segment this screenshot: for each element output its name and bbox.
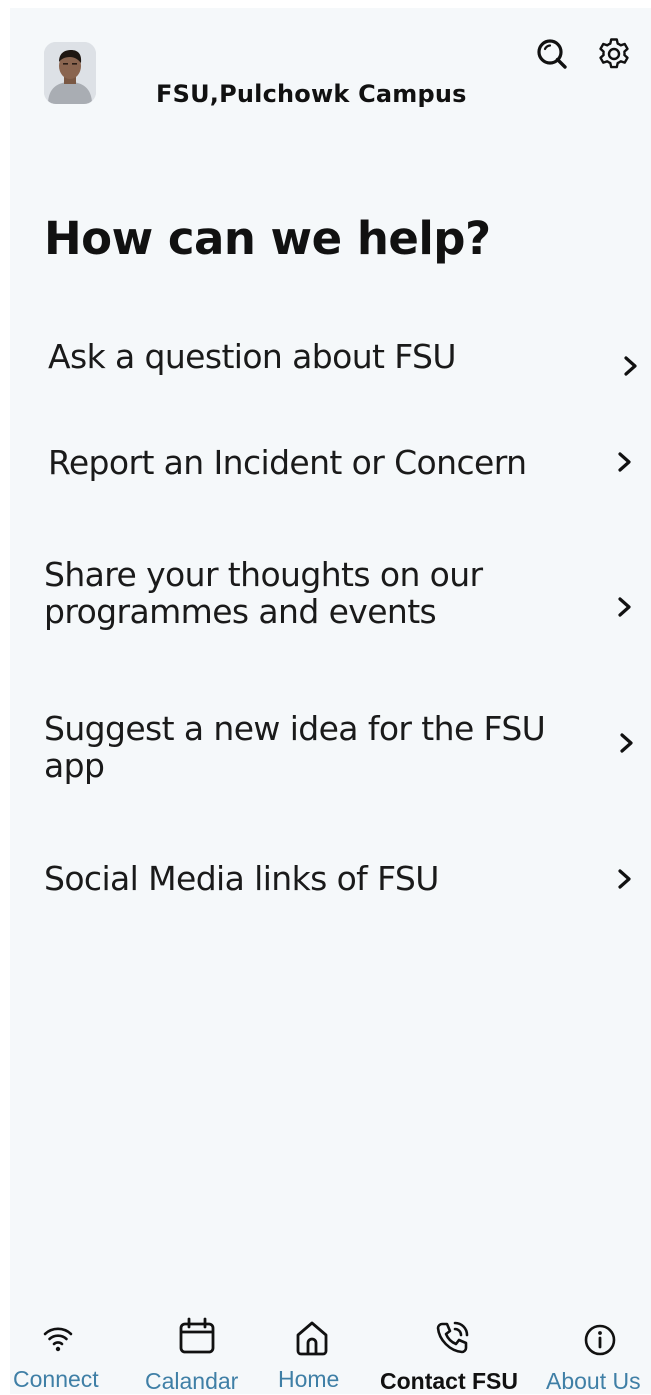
menu-item-label: Ask a question about FSU bbox=[48, 337, 457, 376]
chevron-right-icon bbox=[614, 449, 636, 475]
nav-label-about-us: About Us bbox=[546, 1368, 641, 1394]
avatar-image bbox=[44, 42, 96, 104]
gear-icon bbox=[599, 38, 629, 69]
menu-item-suggest-idea[interactable]: Suggest a new idea for the FSU app bbox=[40, 710, 640, 794]
nav-label-contact-fsu: Contact FSU bbox=[380, 1368, 518, 1394]
avatar[interactable] bbox=[44, 42, 96, 104]
nav-item-connect[interactable]: Connect bbox=[10, 1308, 120, 1394]
search-icon bbox=[537, 39, 567, 69]
page-title: How can we help? bbox=[44, 212, 491, 265]
chevron-right-icon bbox=[620, 353, 642, 379]
nav-item-calendar[interactable]: Calandar bbox=[140, 1308, 250, 1394]
nav-item-home[interactable]: Home bbox=[272, 1308, 352, 1394]
nav-label-connect: Connect bbox=[13, 1366, 99, 1392]
menu-item-label: Suggest a new idea for the FSU app bbox=[44, 709, 546, 785]
campus-title: FSU,Pulchowk Campus bbox=[156, 80, 467, 108]
menu-item-social-media[interactable]: Social Media links of FSU bbox=[40, 860, 640, 910]
settings-button[interactable] bbox=[596, 36, 632, 72]
menu-item-label: Social Media links of FSU bbox=[44, 859, 439, 898]
nav-label-calendar: Calandar bbox=[145, 1368, 239, 1394]
search-button[interactable] bbox=[534, 36, 570, 72]
chevron-right-icon bbox=[614, 594, 636, 620]
nav-item-about-us[interactable]: About Us bbox=[542, 1308, 651, 1394]
calendar-icon bbox=[177, 1316, 217, 1356]
menu-item-label: Share your thoughts on our programmes an… bbox=[44, 555, 483, 631]
chevron-right-icon bbox=[614, 866, 636, 892]
menu-item-report-incident[interactable]: Report an Incident or Concern bbox=[40, 444, 640, 494]
contact-screen: FSU,Pulchowk Campus How can we help? Ask… bbox=[10, 8, 651, 1394]
menu-item-ask-question[interactable]: Ask a question about FSU bbox=[40, 338, 640, 388]
home-icon bbox=[292, 1318, 332, 1358]
info-icon bbox=[580, 1320, 620, 1360]
wifi-icon bbox=[38, 1318, 78, 1358]
nav-label-home: Home bbox=[278, 1366, 340, 1392]
chevron-right-icon bbox=[616, 730, 638, 756]
nav-item-contact-fsu[interactable]: Contact FSU bbox=[376, 1308, 526, 1394]
menu-item-label: Report an Incident or Concern bbox=[48, 443, 527, 482]
phone-call-icon bbox=[432, 1318, 472, 1358]
menu-item-share-thoughts[interactable]: Share your thoughts on our programmes an… bbox=[40, 556, 640, 640]
bottom-nav: Connect Calandar Home Contact FSU About … bbox=[10, 1308, 651, 1394]
